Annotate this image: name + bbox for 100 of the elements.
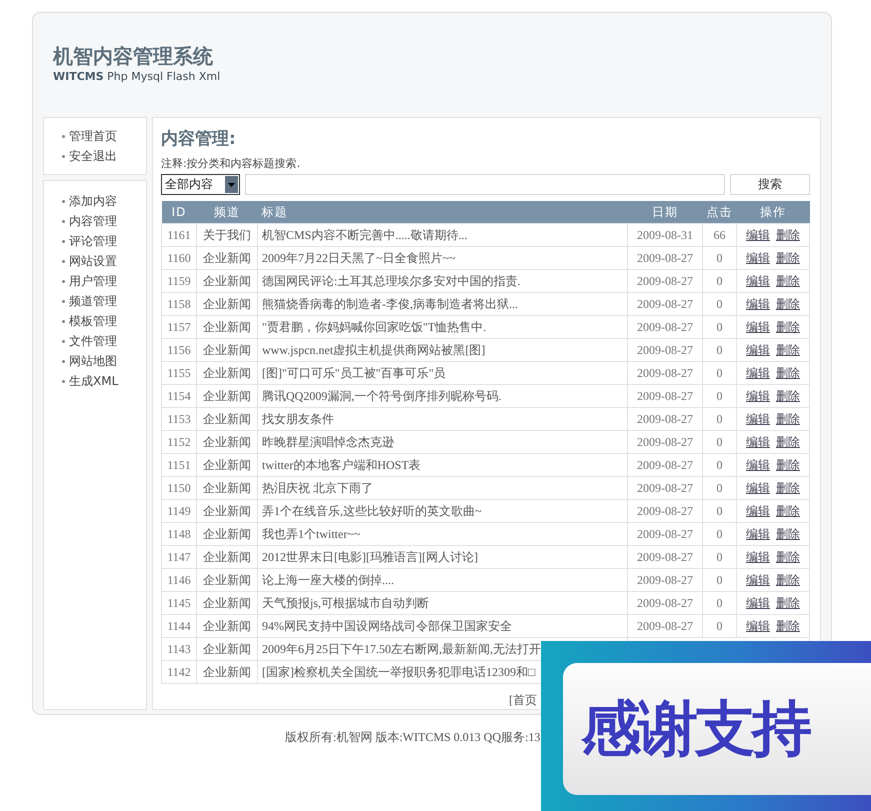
sidebar-link[interactable]: 网站设置: [62, 251, 117, 271]
date-cell: 2009-08-27: [628, 430, 702, 454]
channel-cell: 企业新闻: [196, 522, 258, 546]
title-cell: 94%网民支持中国设网络战司令部保卫国家安全: [258, 614, 628, 638]
sidebar-link[interactable]: 内容管理: [62, 211, 117, 231]
hits-cell: 0: [702, 476, 736, 500]
date-cell: 2009-08-27: [628, 476, 702, 500]
edit-link[interactable]: 编辑: [746, 618, 770, 632]
delete-link[interactable]: 删除: [776, 550, 800, 564]
id-cell: 1154: [162, 384, 196, 408]
channel-cell: 企业新闻: [196, 316, 258, 338]
edit-link[interactable]: 编辑: [746, 412, 770, 426]
edit-link[interactable]: 编辑: [746, 526, 770, 540]
hits-cell: 0: [702, 292, 736, 316]
delete-link[interactable]: 删除: [776, 228, 800, 242]
delete-link[interactable]: 删除: [776, 618, 800, 632]
edit-link[interactable]: 编辑: [746, 342, 770, 356]
hits-cell: 0: [702, 270, 736, 292]
column-header: 频道: [196, 201, 258, 224]
delete-link[interactable]: 删除: [776, 250, 800, 264]
sidebar-link[interactable]: 评论管理: [62, 231, 117, 251]
channel-cell: 企业新闻: [196, 500, 258, 522]
hits-cell: 0: [702, 362, 736, 384]
delete-link[interactable]: 删除: [776, 412, 800, 426]
delete-link[interactable]: 删除: [776, 572, 800, 586]
hits-cell: 0: [702, 454, 736, 476]
page-heading: 内容管理:: [161, 128, 236, 151]
edit-link[interactable]: 编辑: [746, 596, 770, 610]
edit-link[interactable]: 编辑: [746, 228, 770, 242]
edit-link[interactable]: 编辑: [746, 504, 770, 518]
category-select[interactable]: 全部内容: [161, 174, 240, 195]
sidebar-link[interactable]: 添加内容: [62, 191, 117, 211]
id-cell: 1153: [162, 408, 196, 430]
sidebar-link[interactable]: 文件管理: [62, 331, 117, 351]
id-cell: 1144: [162, 614, 196, 638]
sidebar-link[interactable]: 用户管理: [62, 271, 117, 291]
title-cell: 德国网民评论:土耳其总理埃尔多安对中国的指责.: [258, 270, 628, 292]
title-cell: 2012世界末日[电影][玛雅语言][网人讨论]: [258, 546, 628, 568]
sidebar-link[interactable]: 频道管理: [62, 291, 117, 311]
edit-link[interactable]: 编辑: [746, 274, 770, 288]
hits-cell: 0: [702, 430, 736, 454]
sidebar-link[interactable]: 管理首页: [62, 126, 117, 146]
sidebar-link[interactable]: 生成XML: [62, 371, 118, 391]
sidebar-link[interactable]: 安全退出: [62, 146, 117, 166]
title-cell: 昨晚群星演唱悼念杰克逊: [258, 430, 628, 454]
id-cell: 1147: [162, 546, 196, 568]
delete-link[interactable]: 删除: [776, 274, 800, 288]
date-cell: 2009-08-27: [628, 292, 702, 316]
hits-cell: 0: [702, 338, 736, 362]
title-cell: 2009年7月22日天黑了~日全食照片~~: [258, 246, 628, 270]
id-cell: 1155: [162, 362, 196, 384]
hits-cell: 0: [702, 384, 736, 408]
delete-link[interactable]: 删除: [776, 366, 800, 380]
search-button[interactable]: 搜索: [730, 174, 810, 195]
title-cell: twitter的本地客户端和HOST表: [258, 454, 628, 476]
channel-cell: 企业新闻: [196, 338, 258, 362]
edit-link[interactable]: 编辑: [746, 250, 770, 264]
hits-cell: 0: [702, 614, 736, 638]
sidebar-link[interactable]: 模板管理: [62, 311, 117, 331]
sidebar-link[interactable]: 网站地图: [62, 351, 117, 371]
edit-link[interactable]: 编辑: [746, 550, 770, 564]
site-title: 机智内容管理系统: [53, 43, 213, 69]
date-cell: 2009-08-27: [628, 270, 702, 292]
edit-link[interactable]: 编辑: [746, 434, 770, 448]
id-cell: 1159: [162, 270, 196, 292]
delete-link[interactable]: 删除: [776, 504, 800, 518]
delete-link[interactable]: 删除: [776, 526, 800, 540]
edit-link[interactable]: 编辑: [746, 572, 770, 586]
hits-cell: 0: [702, 546, 736, 568]
hits-cell: 0: [702, 592, 736, 614]
edit-link[interactable]: 编辑: [746, 388, 770, 402]
column-header: 日期: [628, 201, 702, 224]
edit-link[interactable]: 编辑: [746, 320, 770, 334]
delete-link[interactable]: 删除: [776, 296, 800, 310]
date-cell: 2009-08-27: [628, 362, 702, 384]
edit-link[interactable]: 编辑: [746, 296, 770, 310]
pagination-link[interactable]: [首页: [509, 693, 537, 707]
search-input[interactable]: [245, 174, 725, 195]
edit-link[interactable]: 编辑: [746, 458, 770, 472]
title-cell: 我也弄1个twitter~~: [258, 522, 628, 546]
delete-link[interactable]: 删除: [776, 434, 800, 448]
channel-cell: 企业新闻: [196, 362, 258, 384]
edit-link[interactable]: 编辑: [746, 366, 770, 380]
delete-link[interactable]: 删除: [776, 388, 800, 402]
channel-cell: 企业新闻: [196, 408, 258, 430]
title-cell: 找女朋友条件: [258, 408, 628, 430]
channel-cell: 企业新闻: [196, 292, 258, 316]
edit-link[interactable]: 编辑: [746, 480, 770, 494]
column-header: 标题: [258, 201, 628, 224]
footer-text: 版权所有:机智网 版本:WITCMS 0.013 QQ服务:13: [285, 730, 540, 744]
delete-link[interactable]: 删除: [776, 342, 800, 356]
delete-link[interactable]: 删除: [776, 320, 800, 334]
date-cell: 2009-08-27: [628, 246, 702, 270]
title-cell: 论上海一座大楼的倒掉....: [258, 568, 628, 592]
channel-cell: 企业新闻: [196, 384, 258, 408]
delete-link[interactable]: 删除: [776, 480, 800, 494]
delete-link[interactable]: 删除: [776, 596, 800, 610]
column-header: ID: [162, 201, 196, 224]
hits-cell: 0: [702, 500, 736, 522]
delete-link[interactable]: 删除: [776, 458, 800, 472]
